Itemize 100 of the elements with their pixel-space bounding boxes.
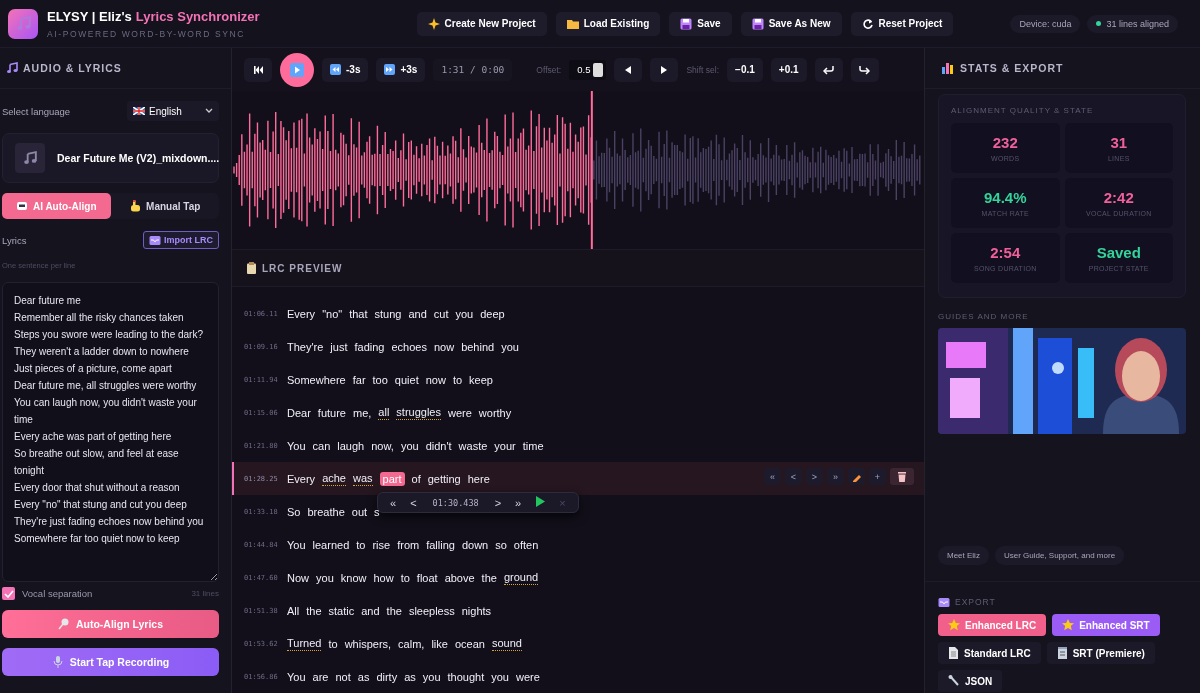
- export-button[interactable]: SRT (Premiere): [1046, 642, 1155, 664]
- lyric-word[interactable]: getting: [427, 471, 461, 486]
- lyric-word[interactable]: you: [501, 339, 519, 354]
- lyric-word[interactable]: can: [312, 438, 331, 453]
- lyric-word[interactable]: Somewhere: [287, 372, 346, 387]
- lyric-word[interactable]: They're: [287, 339, 324, 354]
- lyric-word[interactable]: to: [400, 570, 410, 585]
- lyric-word[interactable]: out: [351, 504, 368, 519]
- lyric-word[interactable]: like: [431, 636, 448, 651]
- lyric-word[interactable]: float: [416, 570, 438, 585]
- lyric-word[interactable]: deep: [480, 306, 505, 321]
- transport-button[interactable]: [650, 57, 679, 82]
- lyric-word[interactable]: here: [467, 471, 490, 486]
- lyric-word[interactable]: keep: [469, 372, 493, 387]
- lyric-word[interactable]: So: [287, 504, 301, 519]
- transport-button[interactable]: [614, 57, 643, 82]
- lyric-word[interactable]: stung: [374, 306, 402, 321]
- lyric-word[interactable]: from: [397, 537, 420, 552]
- lyric-word[interactable]: not: [335, 669, 351, 684]
- lyric-word[interactable]: the: [386, 603, 402, 618]
- toolbar-button[interactable]: Reset Project: [850, 11, 954, 36]
- lyric-word[interactable]: sound: [491, 636, 522, 651]
- row-action-button[interactable]: >: [806, 468, 823, 485]
- lyric-word[interactable]: waste: [458, 438, 488, 453]
- offset-input[interactable]: 0.5: [569, 59, 607, 80]
- lyric-word[interactable]: all: [378, 405, 390, 420]
- lyric-word[interactable]: are: [312, 669, 329, 684]
- lyric-word[interactable]: Dear: [287, 405, 311, 420]
- import-lrc-button[interactable]: Import LRC: [143, 231, 219, 249]
- lyric-word[interactable]: All: [287, 603, 300, 618]
- lyric-word[interactable]: so: [495, 537, 507, 552]
- lyric-word[interactable]: Turned: [287, 636, 322, 651]
- transport-button[interactable]: [814, 57, 843, 82]
- toolbar-button[interactable]: Load Existing: [555, 11, 661, 36]
- lyric-word[interactable]: you: [491, 669, 509, 684]
- lyric-word[interactable]: and: [408, 306, 427, 321]
- lyric-word[interactable]: Every: [287, 306, 316, 321]
- toolbar-button[interactable]: Save: [669, 11, 732, 36]
- lyric-word[interactable]: as: [404, 669, 416, 684]
- lyric-word[interactable]: behind: [461, 339, 495, 354]
- transport-button[interactable]: [850, 57, 879, 82]
- lyric-word[interactable]: nights: [461, 603, 492, 618]
- row-action-button[interactable]: »: [827, 468, 844, 485]
- link-button[interactable]: User Guide, Support, and more: [994, 546, 1125, 565]
- lyric-word[interactable]: sleepless: [408, 603, 455, 618]
- lyric-word[interactable]: didn't: [425, 438, 452, 453]
- lyric-word[interactable]: was: [353, 471, 373, 486]
- lyric-word[interactable]: of: [411, 471, 421, 486]
- nudge-button[interactable]: >: [490, 496, 506, 509]
- export-button[interactable]: Enhanced SRT: [1052, 614, 1160, 636]
- lyric-word[interactable]: calm,: [398, 636, 425, 651]
- lyric-word[interactable]: You: [287, 669, 306, 684]
- checkbox[interactable]: [2, 587, 15, 600]
- lyric-word[interactable]: were: [448, 405, 472, 420]
- lyric-word[interactable]: above: [444, 570, 475, 585]
- export-button[interactable]: JSON: [938, 670, 1003, 692]
- lyric-word[interactable]: falling: [426, 537, 455, 552]
- lyric-word[interactable]: future: [317, 405, 346, 420]
- lyric-word[interactable]: ocean: [454, 636, 485, 651]
- delete-button[interactable]: [890, 468, 914, 485]
- lyric-word[interactable]: you: [455, 306, 474, 321]
- lyric-word[interactable]: thought: [447, 669, 485, 684]
- transport-button[interactable]: -3s: [322, 57, 369, 82]
- lyric-word[interactable]: you: [316, 570, 334, 585]
- lyric-word[interactable]: to: [356, 537, 366, 552]
- link-button[interactable]: Meet Eliz: [938, 546, 989, 565]
- edit-button[interactable]: [848, 468, 865, 485]
- transport-button[interactable]: +3s: [376, 57, 426, 82]
- lyric-word[interactable]: cut: [433, 306, 449, 321]
- lyric-word[interactable]: quiet: [394, 372, 419, 387]
- lyric-word[interactable]: time: [522, 438, 544, 453]
- lyric-word[interactable]: as: [357, 669, 370, 684]
- lyric-word[interactable]: Now: [287, 570, 309, 585]
- lyric-word[interactable]: that: [349, 306, 368, 321]
- lyric-word[interactable]: s: [374, 504, 380, 519]
- lyric-word[interactable]: ache: [322, 471, 346, 486]
- lyric-word[interactable]: You: [287, 537, 306, 552]
- lyric-word[interactable]: to: [328, 636, 338, 651]
- lyric-word[interactable]: laugh: [337, 438, 365, 453]
- transport-button[interactable]: [244, 57, 272, 82]
- action-button[interactable]: Start Tap Recording: [2, 648, 219, 676]
- lyric-word[interactable]: "no": [322, 306, 343, 321]
- toolbar-button[interactable]: Create New Project: [416, 11, 547, 36]
- transport-button[interactable]: +0.1: [770, 57, 807, 82]
- lyric-word[interactable]: learned: [312, 537, 350, 552]
- nudge-button[interactable]: <: [406, 496, 421, 509]
- lyric-word[interactable]: to: [452, 372, 463, 387]
- lyric-word[interactable]: were: [516, 669, 540, 684]
- lyric-word[interactable]: and: [361, 603, 380, 618]
- row-action-button[interactable]: <: [785, 468, 802, 485]
- nudge-button[interactable]: «: [386, 496, 401, 509]
- lyric-word[interactable]: dirty: [376, 669, 398, 684]
- export-button[interactable]: Standard LRC: [938, 642, 1041, 664]
- lyric-word[interactable]: Every: [287, 471, 316, 486]
- lyric-word[interactable]: you: [400, 438, 419, 453]
- transport-button[interactable]: −0.1: [727, 57, 763, 82]
- lyric-word[interactable]: ground: [503, 570, 539, 585]
- mode-tab[interactable]: Manual Tap: [110, 193, 219, 219]
- lyric-word[interactable]: You: [287, 438, 306, 453]
- lyric-word[interactable]: the: [481, 570, 497, 585]
